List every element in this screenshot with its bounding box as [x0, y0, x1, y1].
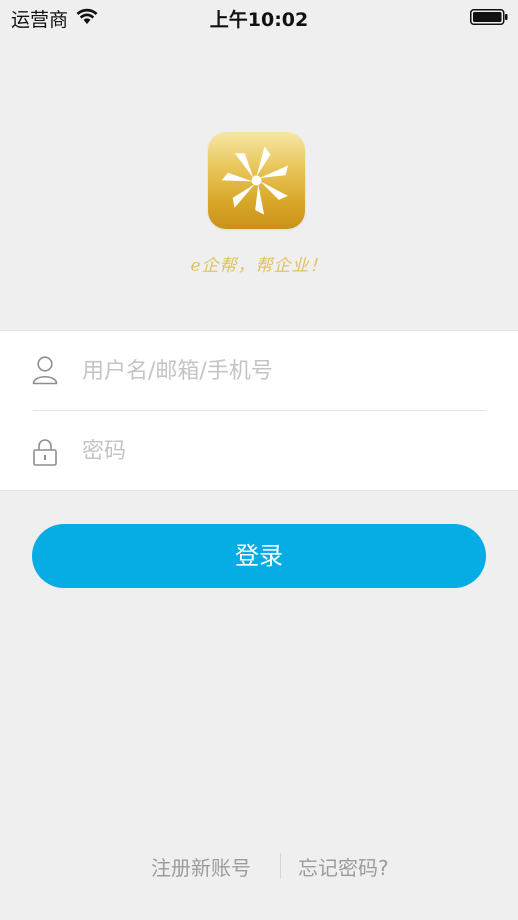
user-icon: [32, 356, 58, 385]
footer-links: 注册新账号 忘记密码?: [0, 850, 518, 882]
forgot-password-link[interactable]: 忘记密码?: [298, 852, 389, 881]
slogan-text: e企帮，帮企业！: [190, 256, 328, 276]
login-button[interactable]: 登录: [32, 524, 486, 588]
battery-icon: [470, 9, 508, 25]
status-time: 上午10:02: [209, 9, 309, 31]
star-pinwheel-logo-icon: [220, 146, 292, 218]
footer-divider: [280, 853, 281, 879]
password-input[interactable]: [82, 431, 482, 471]
password-row: [0, 411, 518, 491]
username-input[interactable]: [82, 351, 482, 391]
register-link[interactable]: 注册新账号: [151, 852, 251, 881]
lock-icon: [33, 439, 57, 466]
app-logo: [208, 132, 305, 229]
status-bar: 运营商 上午10:02: [0, 0, 518, 34]
login-form: [0, 330, 518, 491]
username-row: [0, 331, 518, 411]
